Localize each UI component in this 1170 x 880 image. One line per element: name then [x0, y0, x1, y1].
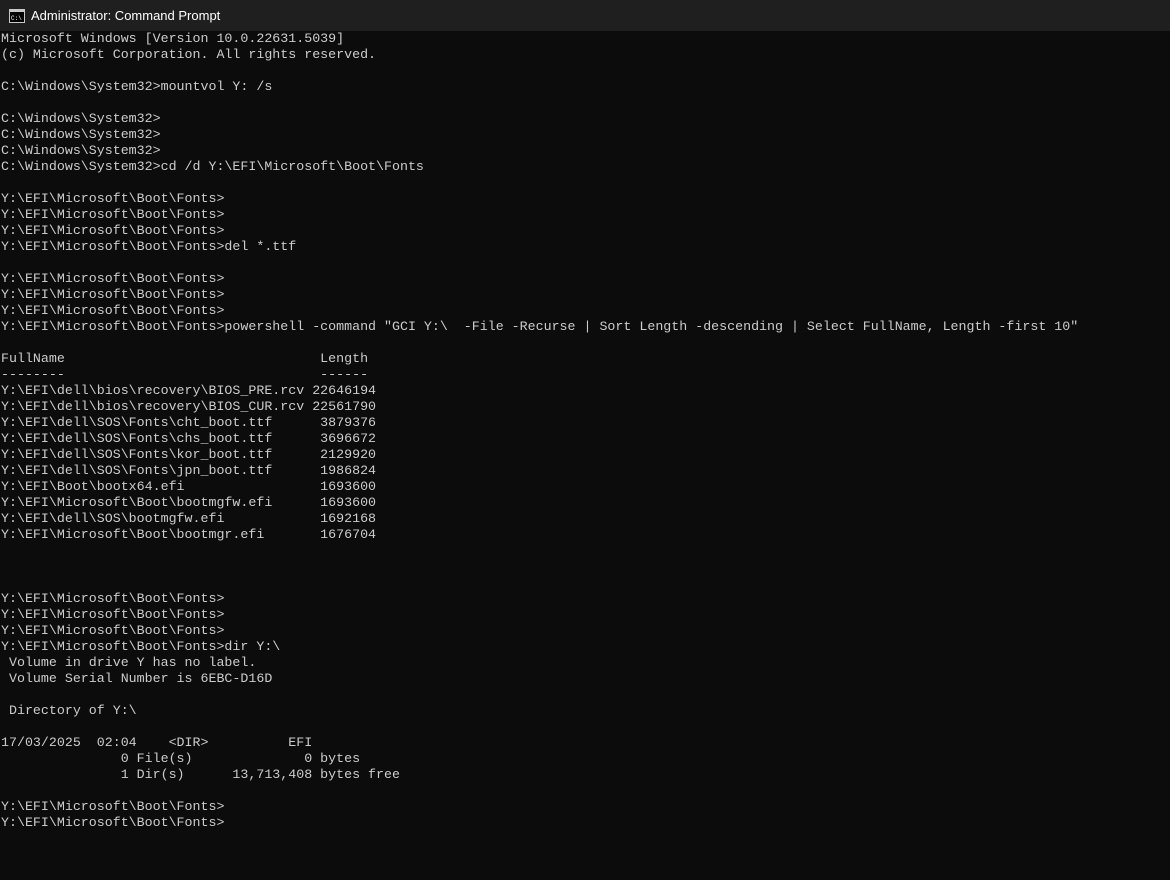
command-prompt-window: C:\ Administrator: Command Prompt Micros… [0, 0, 1170, 880]
command-prompt-icon: C:\ [9, 8, 25, 24]
console-line: C:\Windows\System32>mountvol Y: /s [1, 79, 273, 94]
console-line: Volume in drive Y has no label. [1, 655, 257, 670]
console-output[interactable]: Microsoft Windows [Version 10.0.22631.50… [1, 31, 1166, 880]
console-line: 1 Dir(s) 13,713,408 bytes free [1, 767, 400, 782]
console-line: Y:\EFI\Microsoft\Boot\bootmgr.efi 167670… [1, 527, 377, 542]
console-line: Y:\EFI\Microsoft\Boot\Fonts> [1, 815, 225, 830]
window-title: Administrator: Command Prompt [31, 8, 221, 23]
console-line: Y:\EFI\Microsoft\Boot\Fonts>del *.ttf [1, 239, 297, 254]
console-line: Microsoft Windows [Version 10.0.22631.50… [1, 31, 345, 46]
console-line: 0 File(s) 0 bytes [1, 751, 361, 766]
console-line: Y:\EFI\Microsoft\Boot\Fonts> [1, 799, 225, 814]
console-line: Y:\EFI\Microsoft\Boot\Fonts>dir Y:\ [1, 639, 281, 654]
svg-text:C:\: C:\ [11, 15, 22, 22]
console-line: Y:\EFI\dell\bios\recovery\BIOS_CUR.rcv 2… [1, 399, 377, 414]
console-line: Y:\EFI\Microsoft\Boot\Fonts> [1, 623, 225, 638]
console-line: C:\Windows\System32> [1, 111, 161, 126]
console-line: Y:\EFI\Microsoft\Boot\Fonts> [1, 287, 225, 302]
console-line: Volume Serial Number is 6EBC-D16D [1, 671, 273, 686]
console-line: Y:\EFI\Microsoft\Boot\Fonts> [1, 303, 225, 318]
console-line: Y:\EFI\Microsoft\Boot\Fonts> [1, 191, 225, 206]
console-line: Y:\EFI\Microsoft\Boot\bootmgfw.efi 16936… [1, 495, 377, 510]
console-line: Y:\EFI\dell\SOS\Fonts\cht_boot.ttf 38793… [1, 415, 377, 430]
console-line: Y:\EFI\Microsoft\Boot\Fonts>powershell -… [1, 319, 1079, 334]
console-line: Directory of Y:\ [1, 703, 137, 718]
console-line: C:\Windows\System32> [1, 143, 161, 158]
console-line: C:\Windows\System32> [1, 127, 161, 142]
console-line: Y:\EFI\Microsoft\Boot\Fonts> [1, 223, 225, 238]
console-line: Y:\EFI\Microsoft\Boot\Fonts> [1, 207, 225, 222]
console-line: Y:\EFI\Microsoft\Boot\Fonts> [1, 591, 225, 606]
console-line: 17/03/2025 02:04 <DIR> EFI [1, 735, 313, 750]
console-line: Y:\EFI\Microsoft\Boot\Fonts> [1, 271, 225, 286]
console-line: Y:\EFI\Boot\bootx64.efi 1693600 [1, 479, 377, 494]
console-line: Y:\EFI\Microsoft\Boot\Fonts> [1, 607, 225, 622]
console-line: (c) Microsoft Corporation. All rights re… [1, 47, 377, 62]
title-bar[interactable]: C:\ Administrator: Command Prompt [0, 0, 1170, 31]
console-line: Y:\EFI\dell\SOS\Fonts\chs_boot.ttf 36966… [1, 431, 377, 446]
console-line: Y:\EFI\dell\SOS\Fonts\jpn_boot.ttf 19868… [1, 463, 377, 478]
console-line: C:\Windows\System32>cd /d Y:\EFI\Microso… [1, 159, 424, 174]
console-line: Y:\EFI\dell\SOS\Fonts\kor_boot.ttf 21299… [1, 447, 377, 462]
console-line: Y:\EFI\dell\SOS\bootmgfw.efi 1692168 [1, 511, 377, 526]
console-line: FullName Length [1, 351, 369, 366]
console-line: Y:\EFI\dell\bios\recovery\BIOS_PRE.rcv 2… [1, 383, 377, 398]
console-line: -------- ------ [1, 367, 369, 382]
